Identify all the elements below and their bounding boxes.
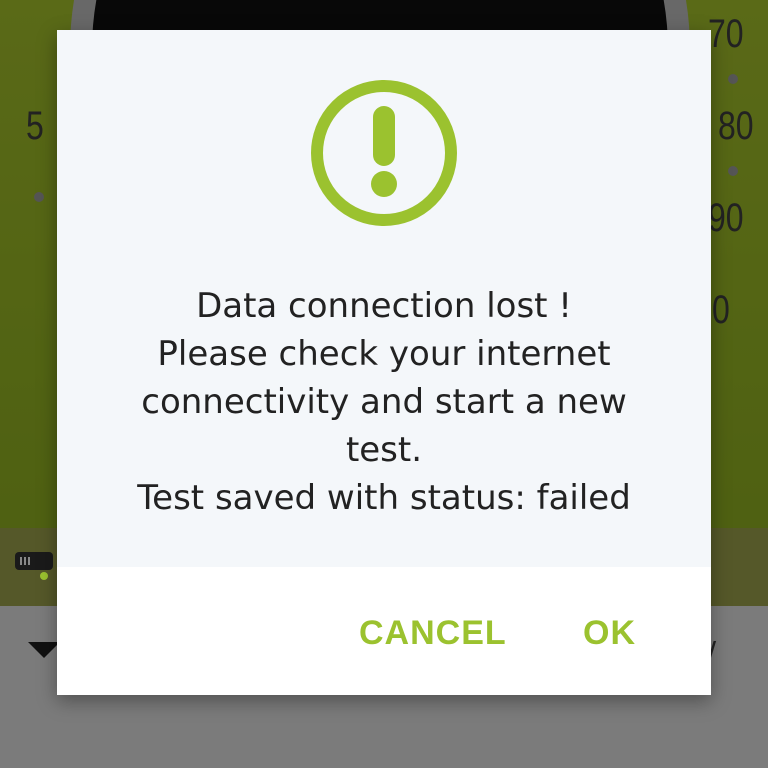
gauge-tick <box>34 192 44 202</box>
message-line: test. <box>345 430 423 470</box>
router-icon <box>15 552 53 580</box>
gauge-label-5: 5 <box>26 104 44 148</box>
message-line: Data connection lost ! <box>196 286 572 326</box>
gauge-label-90: 90 <box>708 196 744 240</box>
gauge-label-100: 0 <box>712 288 730 332</box>
gauge-tick <box>728 74 738 84</box>
gauge-label-70: 70 <box>708 12 744 56</box>
dialog-message: Data connection lost ! Please check your… <box>77 282 691 522</box>
gauge-label-80: 80 <box>718 104 754 148</box>
cancel-button[interactable]: CANCEL <box>359 608 507 658</box>
download-arrow-icon <box>28 642 60 658</box>
message-line: Test saved with status: failed <box>137 478 631 518</box>
alert-dialog: Data connection lost ! Please check your… <box>57 30 711 695</box>
ok-button[interactable]: OK <box>583 608 636 658</box>
message-line: connectivity and start a new <box>141 382 627 422</box>
exclamation-circle-icon <box>311 80 457 226</box>
gauge-tick <box>728 166 738 176</box>
message-line: Please check your internet <box>157 334 611 374</box>
